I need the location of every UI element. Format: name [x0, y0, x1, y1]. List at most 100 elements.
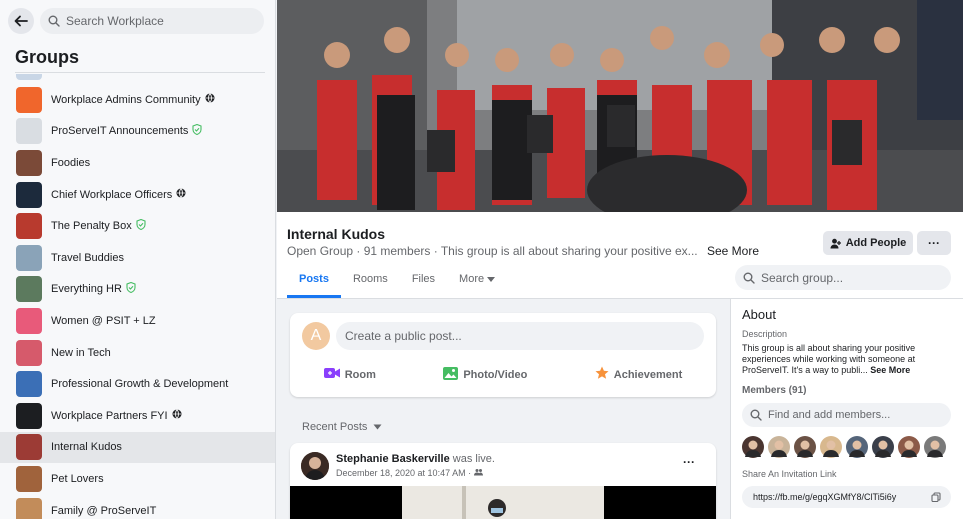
group-thumbnail — [16, 402, 42, 429]
member-avatar[interactable] — [924, 436, 946, 458]
composer-actions: Room Photo/Video Achievement — [290, 366, 716, 383]
group-thumbnail — [16, 339, 42, 366]
post-header: Stephanie Baskerville was live. — [336, 453, 495, 465]
members-label[interactable]: Members (91) — [742, 385, 806, 396]
group-label: Women @ PSIT + LZ — [51, 314, 156, 327]
group-label: The Penalty Box — [51, 220, 132, 233]
verified-shield-icon — [136, 219, 146, 233]
see-more-link[interactable]: See More — [707, 244, 759, 258]
sidebar-group-item[interactable]: Travel Buddies — [0, 242, 275, 274]
star-icon — [595, 366, 609, 383]
post-options-button[interactable]: ··· — [683, 455, 695, 469]
member-avatar[interactable] — [820, 436, 842, 458]
group-thumbnail — [16, 213, 42, 240]
member-avatar[interactable] — [768, 436, 790, 458]
invite-link-field[interactable]: https://fb.me/g/egqXGMfY8/ClTi5i6y — [742, 486, 951, 508]
globe-icon — [205, 93, 215, 106]
tab-label: Files — [411, 273, 436, 285]
search-icon — [48, 15, 60, 27]
tab-label: Posts — [299, 273, 329, 285]
copy-icon[interactable] — [931, 492, 941, 502]
find-members-input[interactable]: Find and add members... — [742, 403, 951, 427]
post-date: December 18, 2020 at 10:47 AM · — [336, 468, 483, 478]
group-thumbnail — [16, 307, 42, 334]
invite-link: https://fb.me/g/egqXGMfY8/ClTi5i6y — [753, 492, 897, 502]
tab-rooms[interactable]: Rooms — [341, 266, 400, 298]
more-options-button[interactable]: ··· — [917, 231, 951, 255]
group-meta: Open Group · 91 members · This group is … — [287, 244, 759, 258]
group-thumbnail — [16, 497, 42, 519]
member-avatar[interactable] — [742, 436, 764, 458]
sidebar-group-item[interactable]: Professional Growth & Development — [0, 368, 275, 400]
photo-video-button[interactable]: Photo/Video — [443, 366, 527, 383]
globe-icon — [172, 409, 182, 422]
group-search-placeholder: Search group... — [761, 270, 844, 285]
group-thumbnail — [16, 434, 42, 461]
member-avatar[interactable] — [794, 436, 816, 458]
post-author[interactable]: Stephanie Baskerville — [336, 453, 450, 465]
find-members-placeholder: Find and add members... — [768, 409, 891, 421]
back-button[interactable] — [8, 8, 34, 34]
user-avatar[interactable]: A — [302, 322, 330, 350]
achievement-button[interactable]: Achievement — [595, 366, 682, 383]
tab-more[interactable]: More — [447, 266, 507, 298]
post-date-text[interactable]: December 18, 2020 at 10:47 AM · — [336, 468, 471, 478]
action-label: Achievement — [613, 368, 683, 381]
group-search-input[interactable]: Search group... — [735, 265, 951, 290]
group-thumbnail — [16, 276, 42, 303]
globe-icon — [176, 188, 186, 201]
author-avatar[interactable] — [301, 452, 329, 480]
feed-column: A Create a public post... Room Photo/Vide… — [277, 299, 730, 519]
group-main: Internal Kudos Open Group · 91 members ·… — [277, 0, 963, 519]
post-composer: A Create a public post... Room Photo/Vide… — [290, 313, 716, 397]
verified-shield-icon — [126, 282, 136, 296]
action-label: Room — [344, 368, 376, 381]
sidebar-group-item[interactable]: The Penalty Box — [0, 210, 275, 242]
group-thumbnail — [16, 465, 42, 492]
group-label: Workplace Partners FYI — [51, 409, 168, 422]
sidebar-group-item[interactable]: Chief Workplace Officers — [0, 179, 275, 211]
sidebar-group-item[interactable]: Internal Kudos — [0, 431, 275, 464]
action-label: Photo/Video — [463, 368, 528, 381]
video-camera-icon — [323, 367, 340, 382]
group-label: Internal Kudos — [51, 441, 122, 454]
video-frame — [402, 486, 604, 519]
sidebar-group-item[interactable]: Pet Lovers — [0, 463, 275, 495]
sidebar-group-item[interactable]: Family @ ProServeIT — [0, 495, 275, 519]
group-thumbnail — [16, 181, 42, 208]
about-panel: About Description This group is all abou… — [730, 299, 963, 519]
caret-down-icon — [373, 424, 382, 430]
group-meta-text: Open Group · 91 members · This group is … — [287, 244, 698, 258]
member-avatar[interactable] — [846, 436, 868, 458]
search-placeholder: Search Workplace — [66, 14, 164, 28]
sidebar-group-item[interactable]: New in Tech — [0, 337, 275, 369]
group-thumbnail — [16, 149, 42, 176]
group-label: ProServeIT Announcements — [51, 125, 189, 138]
live-video[interactable] — [290, 486, 716, 519]
tab-label: More — [459, 273, 485, 285]
description-see-more-link[interactable]: See More — [870, 365, 910, 375]
group-tabs: Posts Rooms Files More — [287, 266, 507, 298]
tab-label: Rooms — [352, 273, 388, 285]
sidebar-group-item[interactable]: Workplace Partners FYI — [0, 400, 275, 432]
member-avatar[interactable] — [872, 436, 894, 458]
group-thumbnail-partial — [16, 74, 42, 80]
add-people-button[interactable]: Add People — [823, 231, 913, 255]
description-label: Description — [742, 329, 788, 339]
sidebar-group-item[interactable]: Foodies — [0, 147, 275, 179]
tab-posts[interactable]: Posts — [287, 266, 341, 298]
create-post-input[interactable]: Create a public post... — [336, 322, 704, 350]
sidebar-group-item[interactable]: Women @ PSIT + LZ — [0, 305, 275, 337]
recent-posts-dropdown[interactable]: Recent Posts — [302, 421, 382, 433]
sidebar-group-item[interactable]: Everything HR — [0, 274, 275, 306]
post-action: was live. — [452, 453, 495, 465]
member-avatar[interactable] — [898, 436, 920, 458]
photo-icon — [443, 366, 459, 383]
sidebar-group-item[interactable]: Workplace Admins Community — [0, 84, 275, 116]
group-label: Pet Lovers — [51, 472, 104, 485]
sidebar-group-item[interactable]: ProServeIT Announcements — [0, 116, 275, 148]
about-title: About — [742, 307, 776, 322]
room-button[interactable]: Room — [323, 366, 376, 383]
tab-files[interactable]: Files — [400, 266, 447, 298]
workplace-search-input[interactable]: Search Workplace — [40, 8, 264, 34]
